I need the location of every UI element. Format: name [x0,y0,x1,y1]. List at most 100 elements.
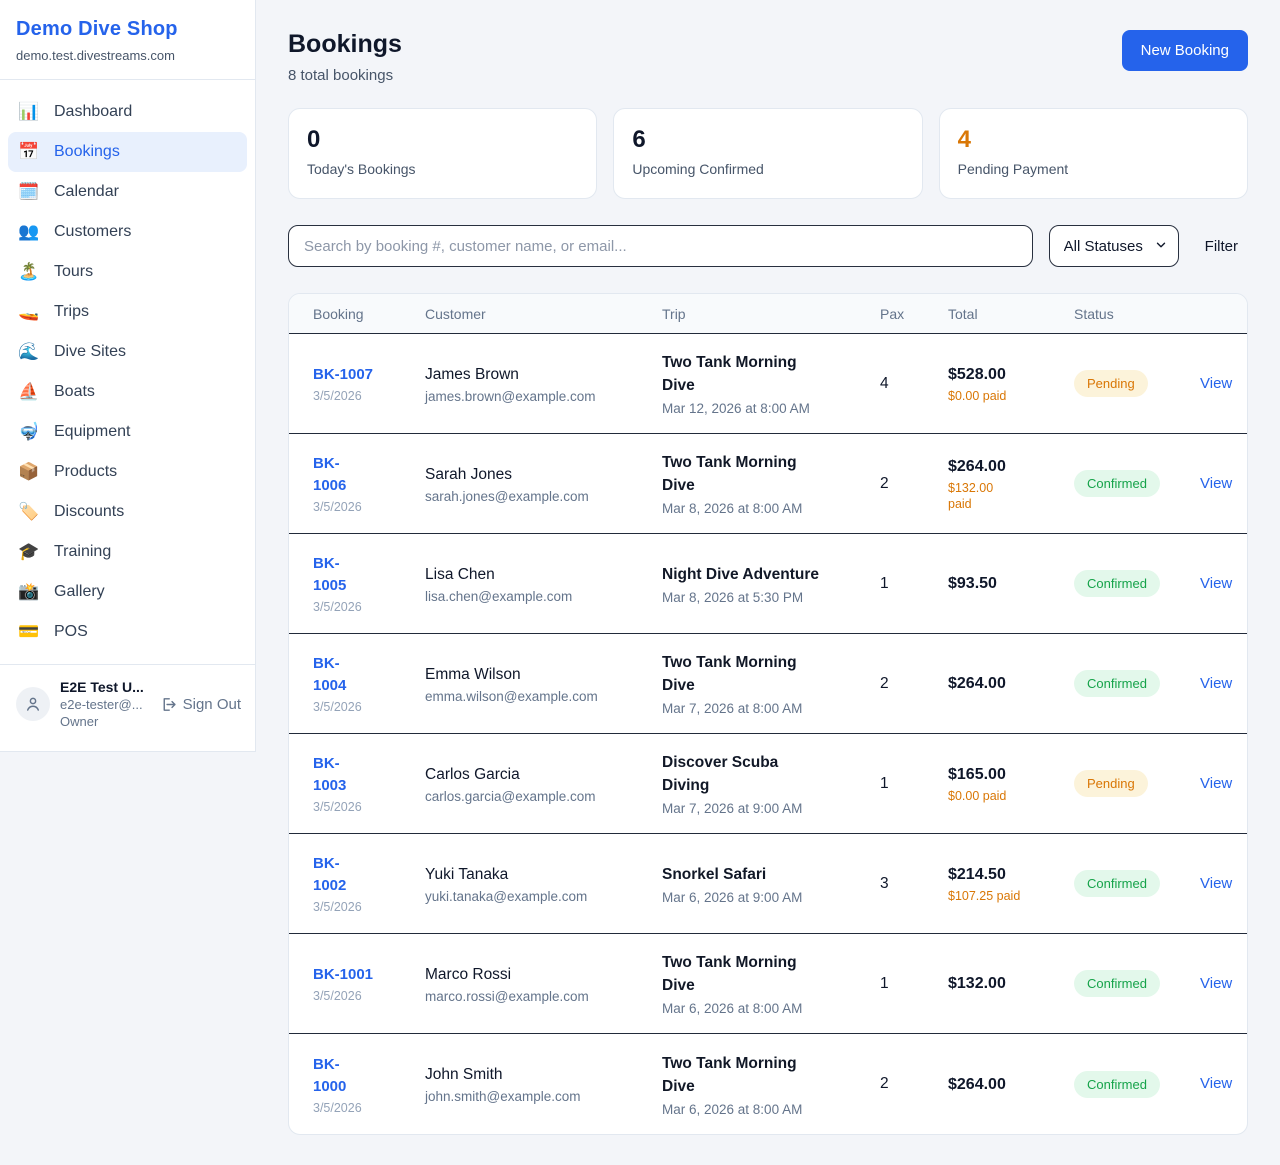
booking-id-link[interactable]: BK-1003 [313,753,425,797]
trip-name: Two Tank MorningDive [662,651,880,697]
sidebar-item-label: Tours [54,263,93,281]
user-icon [24,695,42,713]
status-badge: Confirmed [1074,870,1160,897]
booking-id-link[interactable]: BK-1000 [313,1054,425,1098]
view-link[interactable]: View [1200,775,1232,792]
view-link[interactable]: View [1200,1075,1232,1092]
status-badge: Pending [1074,770,1148,797]
sidebar-item-boats[interactable]: ⛵Boats [8,372,247,412]
trip-datetime: Mar 8, 2026 at 8:00 AM [662,501,880,516]
sidebar-item-pos[interactable]: 💳 POS [8,612,247,652]
customer-email: yuki.tanaka@example.com [425,889,662,904]
sidebar-item-discounts[interactable]: 🏷️Discounts [8,492,247,532]
status-cell: Confirmed [1074,1071,1200,1098]
booking-date: 3/5/2026 [313,389,425,403]
sidebar-item-label: Dashboard [54,103,132,121]
filter-button[interactable]: Filter [1195,234,1248,259]
table-row: BK-10043/5/2026Emma Wilsonemma.wilson@ex… [289,634,1247,734]
view-link[interactable]: View [1200,575,1232,592]
booking-id-link[interactable]: BK-1006 [313,453,425,497]
booking-date: 3/5/2026 [313,900,425,914]
customer-name: Sarah Jones [425,464,662,485]
table-row: BK-10033/5/2026Carlos Garciacarlos.garci… [289,734,1247,834]
pax-count: 4 [880,375,948,393]
booking-cell: BK-10013/5/2026 [313,964,425,1003]
booking-id-link[interactable]: BK-1004 [313,653,425,697]
pax-count: 2 [880,1075,948,1093]
pax-count: 1 [880,975,948,993]
actions-cell: View [1200,675,1232,693]
booking-id-link[interactable]: BK-1002 [313,853,425,897]
package-icon: 📦 [18,462,40,482]
status-select-wrap: All Statuses [1049,225,1179,267]
avatar [16,687,50,721]
trip-cell: Two Tank MorningDiveMar 12, 2026 at 8:00… [662,351,880,416]
brand-title: Demo Dive Shop [16,18,239,41]
customer-email: emma.wilson@example.com [425,689,662,704]
actions-cell: View [1200,975,1232,993]
credit-card-icon: 💳 [18,622,40,642]
status-cell: Confirmed [1074,970,1200,997]
column-header-booking: Booking [313,306,425,322]
status-cell: Confirmed [1074,570,1200,597]
sidebar-item-bookings[interactable]: 📅Bookings [8,132,247,172]
search-input[interactable] [288,225,1033,267]
booking-cell: BK-1007 3/5/2026 [313,364,425,403]
customer-name: Carlos Garcia [425,764,662,785]
customer-email: lisa.chen@example.com [425,589,662,604]
page-header: Bookings 8 total bookings New Booking [288,30,1248,84]
actions-cell: View [1200,775,1232,793]
booking-date: 3/5/2026 [313,1101,425,1115]
booking-id-link[interactable]: BK-1001 [313,964,425,986]
sidebar-item-customers[interactable]: 👥Customers [8,212,247,252]
sidebar-item-label: Training [54,543,111,561]
sidebar-item-label: POS [54,623,88,641]
total-amount: $165.00 [948,764,1074,785]
trip-name: Two Tank MorningDive [662,951,880,997]
customer-name: Lisa Chen [425,564,662,585]
calendar-icon: 📅 [18,142,40,162]
total-amount: $264.00 [948,673,1074,694]
page-subtitle: 8 total bookings [288,67,402,84]
total-cell: $93.50 [948,573,1074,594]
view-link[interactable]: View [1200,975,1232,992]
trip-cell: Two Tank MorningDiveMar 7, 2026 at 8:00 … [662,651,880,716]
total-cell: $165.00 $0.00 paid [948,764,1074,804]
trip-cell: Night Dive AdventureMar 8, 2026 at 5:30 … [662,563,880,605]
view-link[interactable]: View [1200,375,1232,392]
actions-cell: View [1200,1075,1232,1093]
trip-cell: Two Tank MorningDiveMar 8, 2026 at 8:00 … [662,451,880,516]
sidebar-item-equipment[interactable]: 🤿Equipment [8,412,247,452]
sidebar-item-label: Discounts [54,503,124,521]
booking-date: 3/5/2026 [313,700,425,714]
sidebar-item-label: Gallery [54,583,105,601]
column-header-status: Status [1074,306,1200,322]
trip-datetime: Mar 6, 2026 at 9:00 AM [662,890,880,905]
speedboat-icon: 🚤 [18,302,40,322]
stats-row: 0Today's Bookings6Upcoming Confirmed4Pen… [288,108,1248,199]
sign-out-button[interactable]: Sign Out [160,696,241,713]
column-header-pax: Pax [880,306,948,322]
sidebar-item-dive-sites[interactable]: 🌊Dive Sites [8,332,247,372]
customer-cell: Carlos Garciacarlos.garcia@example.com [425,764,662,804]
total-cell: $264.00 [948,673,1074,694]
sidebar-item-dashboard[interactable]: 📊Dashboard [8,92,247,132]
status-badge: Confirmed [1074,1071,1160,1098]
page-title: Bookings [288,30,402,59]
sidebar-item-trips[interactable]: 🚤Trips [8,292,247,332]
sidebar-item-training[interactable]: 🎓Training [8,532,247,572]
view-link[interactable]: View [1200,675,1232,692]
view-link[interactable]: View [1200,475,1232,492]
status-select[interactable]: All Statuses [1049,225,1179,267]
sidebar-item-calendar[interactable]: 🗓️Calendar [8,172,247,212]
new-booking-button[interactable]: New Booking [1122,30,1248,71]
booking-id-link[interactable]: BK-1005 [313,553,425,597]
sidebar-item-products[interactable]: 📦Products [8,452,247,492]
pax-count: 3 [880,875,948,893]
sidebar-item-gallery[interactable]: 📸Gallery [8,572,247,612]
view-link[interactable]: View [1200,875,1232,892]
sidebar-item-tours[interactable]: 🏝️Tours [8,252,247,292]
booking-id-link[interactable]: BK-1007 [313,364,425,386]
customer-email: marco.rossi@example.com [425,989,662,1004]
paid-amount: $0.00 paid [948,788,1074,804]
